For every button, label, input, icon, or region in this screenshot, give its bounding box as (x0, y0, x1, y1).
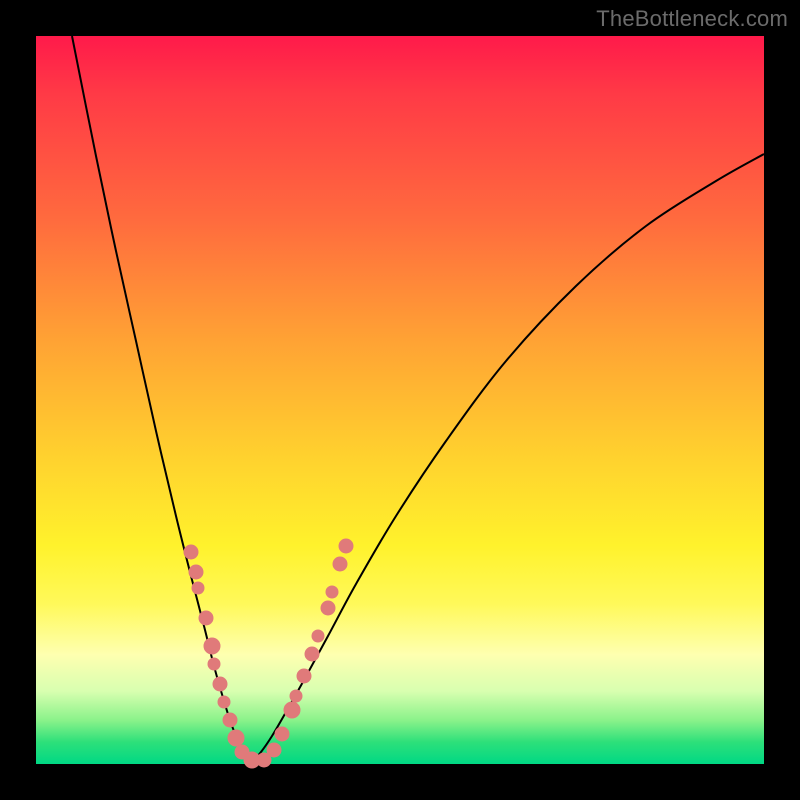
marker-dot (333, 557, 347, 571)
marker-dot (199, 611, 213, 625)
curve-left-arm (72, 36, 252, 762)
curve-svg (36, 36, 764, 764)
frame: TheBottleneck.com (0, 0, 800, 800)
plot-area (36, 36, 764, 764)
marker-dots (184, 539, 353, 768)
marker-dot (326, 586, 338, 598)
marker-dot (305, 647, 319, 661)
marker-dot (204, 638, 220, 654)
marker-dot (228, 730, 244, 746)
marker-dot (223, 713, 237, 727)
marker-dot (218, 696, 230, 708)
marker-dot (297, 669, 311, 683)
marker-dot (290, 690, 302, 702)
marker-dot (312, 630, 324, 642)
marker-dot (189, 565, 203, 579)
marker-dot (275, 727, 289, 741)
marker-dot (339, 539, 353, 553)
marker-dot (213, 677, 227, 691)
marker-dot (321, 601, 335, 615)
marker-dot (184, 545, 198, 559)
curve-right-arm (252, 154, 764, 762)
watermark-text: TheBottleneck.com (596, 6, 788, 32)
marker-dot (192, 582, 204, 594)
marker-dot (208, 658, 220, 670)
marker-dot (267, 743, 281, 757)
marker-dot (284, 702, 300, 718)
